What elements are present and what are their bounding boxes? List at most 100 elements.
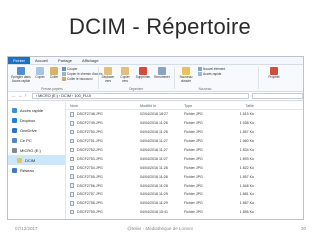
folder-icon <box>17 157 22 163</box>
copy-to-button[interactable]: Copier vers <box>117 67 133 83</box>
file-size: 1 834 Ko <box>239 148 254 152</box>
file-date: 04/04/2016 11:28 <box>140 165 168 170</box>
column-modified[interactable]: Modifié le <box>140 104 184 108</box>
table-row[interactable]: DSCF2757.JPG 04/04/2016 11:29 Fichier JPG 1… <box>66 190 303 199</box>
quick-access-label: Accès rapide <box>203 72 222 76</box>
delete-icon <box>139 67 147 75</box>
file-name: DSCF2757.JPG <box>77 192 103 197</box>
file-date: 02/04/2016 18:27 <box>140 112 168 117</box>
table-row[interactable]: DSCF2752.JPG 04/04/2016 11:27 Fichier JPG 1… <box>66 146 303 155</box>
table-row[interactable]: DSCF2751.JPG 04/04/2016 11:27 Fichier JPG 1… <box>66 137 303 146</box>
network-icon <box>12 167 17 173</box>
table-row[interactable]: DSCF2756.JPG 04/04/2016 11:28 Fichier JPG 1… <box>66 181 303 190</box>
copy-path-button[interactable]: Copier le chemin d'accès <box>62 72 103 76</box>
nav-item-onedrive[interactable]: OneDrive <box>8 125 65 135</box>
table-row[interactable]: DSCF2753.JPG 04/04/2016 11:27 Fichier JPG 1… <box>66 154 303 163</box>
paste-icon <box>50 67 58 75</box>
file-date: 04/04/2016 11:27 <box>140 139 168 144</box>
organize-group-label: Organiser <box>129 87 143 91</box>
file-type: Fichier JPG <box>184 183 203 188</box>
nav-item-label: DCIM <box>25 157 36 163</box>
image-file-icon <box>70 129 74 135</box>
file-name-cell: DSCF2757.JPG <box>66 192 140 197</box>
rename-label: Renommer <box>154 75 170 79</box>
file-size: 1 822 Ko <box>239 165 254 170</box>
nav-item-quick-access[interactable]: Accès rapide <box>8 105 65 115</box>
file-name-cell: DSCF2752.JPG <box>66 147 140 153</box>
file-size: 1 893 Ko <box>239 156 254 161</box>
ribbon: Épingler dans Accès rapide Copier Coller… <box>8 65 303 92</box>
column-type[interactable]: Type <box>184 104 224 108</box>
file-date: 04/04/2016 11:29 <box>140 192 168 197</box>
file-type: Fichier JPG <box>184 174 203 179</box>
ribbon-divider <box>98 67 99 89</box>
table-row[interactable]: DSCF2755.JPG 04/04/2016 11:28 Fichier JPG 1… <box>66 172 303 181</box>
image-file-icon <box>70 192 74 197</box>
table-row[interactable]: DSCF2749.JPG 04/04/2016 11:26 Fichier JPG 1… <box>66 119 303 128</box>
file-size: 1 815 Ko <box>239 112 254 117</box>
delete-button[interactable]: Supprimer <box>134 67 152 80</box>
file-date: 04/04/2016 11:27 <box>140 156 168 161</box>
file-name: DSCF2750.JPG <box>77 130 103 135</box>
new-item-button[interactable]: Nouvel élément <box>198 67 225 71</box>
file-size: 1 881 Ko <box>239 192 254 197</box>
copy-button[interactable]: Copier <box>34 67 46 80</box>
drive-icon <box>12 147 17 153</box>
file-size: 1 895 Ko <box>239 210 254 215</box>
column-headers: Nom Modifié le Type Taille <box>66 102 303 110</box>
tab-share[interactable]: Partage <box>53 57 77 64</box>
new-folder-button[interactable]: Nouveau dossier <box>177 67 195 83</box>
image-file-icon <box>70 112 74 117</box>
table-row[interactable]: DSCF2750.JPG 04/04/2016 11:26 Fichier JPG 1… <box>66 128 303 137</box>
table-row[interactable]: DSCF2759.JPG 04/04/2016 15:41 Fichier JPG 1… <box>66 208 303 217</box>
file-name-cell: DSCF2749.JPG <box>66 121 140 126</box>
nav-item-micro-drive[interactable]: MICRO (E:) <box>8 145 65 155</box>
tab-view[interactable]: Affichage <box>77 57 104 64</box>
file-name-cell: DSCF2754.JPG <box>66 165 140 171</box>
ribbon-divider <box>174 67 175 89</box>
page-number: 30 <box>300 226 306 231</box>
properties-button[interactable]: Propriét <box>264 67 284 80</box>
file-type: Fichier JPG <box>184 139 203 144</box>
copy-label: Copier <box>35 75 45 79</box>
paste-shortcut-button[interactable]: Coller le raccourci <box>62 77 93 81</box>
image-file-icon <box>70 201 74 206</box>
nav-item-dcim[interactable]: DCIM <box>8 155 65 165</box>
table-row[interactable]: DSCF2748.JPG 02/04/2016 18:27 Fichier JPG 1… <box>66 110 303 119</box>
move-folder-icon <box>104 67 112 75</box>
move-to-button[interactable]: Déplacer vers <box>100 67 116 83</box>
search-input[interactable] <box>251 93 303 99</box>
nav-item-label: MICRO (E:) <box>20 147 41 153</box>
pin-quick-access-button[interactable]: Épingler dans Accès rapide <box>10 67 32 83</box>
nav-item-label: Accès rapide <box>20 107 44 113</box>
up-arrow-icon[interactable]: ↑ <box>23 93 29 99</box>
file-date: 04/04/2016 15:41 <box>140 210 168 215</box>
copy-folder-icon <box>121 67 129 75</box>
column-size[interactable]: Taille <box>224 104 254 108</box>
table-row[interactable]: DSCF2754.JPG 04/04/2016 11:28 Fichier JPG 1… <box>66 163 303 172</box>
file-name-cell: DSCF2756.JPG <box>66 183 140 188</box>
new-folder-icon <box>182 67 190 75</box>
paste-shortcut-icon <box>62 77 66 81</box>
paste-button[interactable]: Coller <box>48 67 60 80</box>
tab-file[interactable]: Fichier <box>8 57 31 64</box>
file-type: Fichier JPG <box>184 201 203 206</box>
nav-item-this-pc[interactable]: Ce PC <box>8 135 65 145</box>
file-date: 04/04/2016 11:28 <box>140 174 168 179</box>
table-row[interactable]: DSCF2758.JPG 04/04/2016 11:29 Fichier JPG 1… <box>66 199 303 208</box>
cut-button[interactable]: Couper <box>62 67 77 71</box>
file-date: 04/04/2016 11:28 <box>140 183 168 188</box>
rename-button[interactable]: Renommer <box>153 67 171 80</box>
quick-access-button[interactable]: Accès rapide <box>198 72 221 76</box>
nav-item-label: Réseau <box>20 167 34 173</box>
address-path[interactable]: › MICRO (E:) › DCIM › 100_FUJI <box>31 93 249 99</box>
tab-home[interactable]: Accueil <box>30 57 53 64</box>
image-file-icon <box>70 165 74 171</box>
new-folder-label: Nouveau dossier <box>179 75 193 83</box>
properties-icon <box>270 67 278 75</box>
nav-item-network[interactable]: Réseau <box>8 165 65 175</box>
column-name[interactable]: Nom <box>66 104 140 108</box>
file-rows: DSCF2748.JPG 02/04/2016 18:27 Fichier JPG 1… <box>66 110 303 217</box>
nav-item-dropbox[interactable]: Dropbox <box>8 115 65 125</box>
file-explorer-window: Fichier Accueil Partage Affichage Épingl… <box>7 56 304 220</box>
